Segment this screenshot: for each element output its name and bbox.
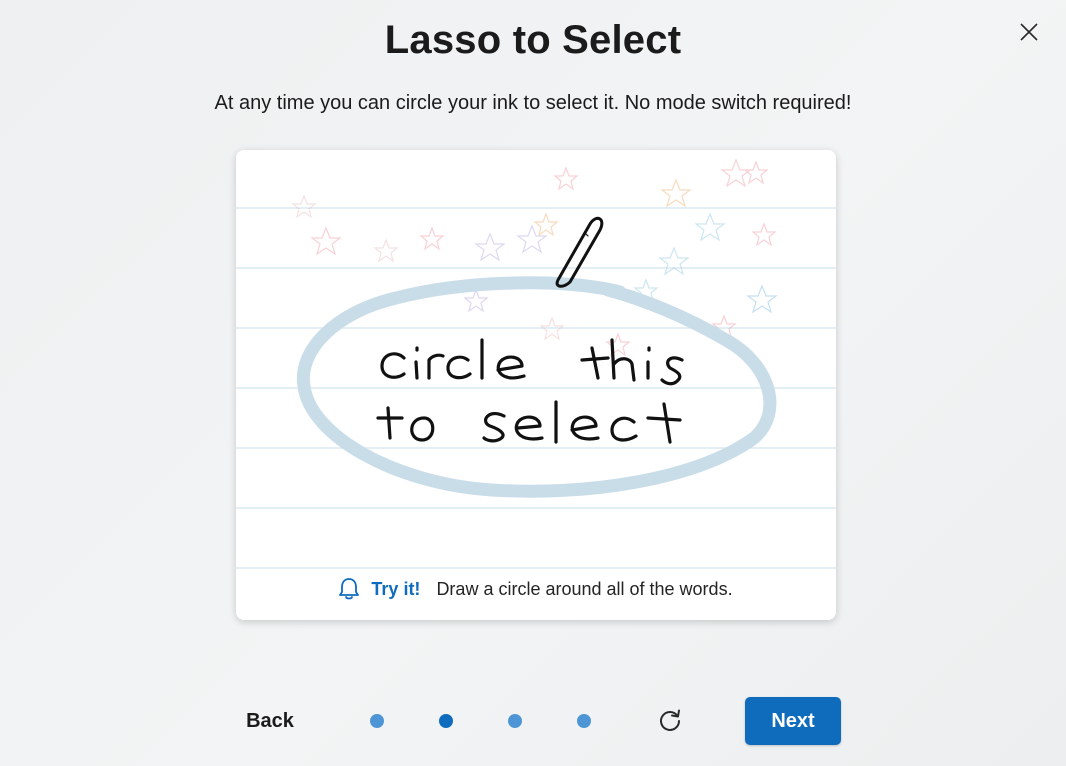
try-it-label: Try it!: [371, 578, 421, 599]
ruled-lines: [236, 207, 836, 569]
page-subtitle: At any time you can circle your ink to s…: [214, 92, 852, 114]
page-dot-3[interactable]: [508, 714, 522, 728]
handwritten-ink: [376, 338, 684, 444]
back-button[interactable]: Back: [228, 700, 312, 742]
ink-canvas[interactable]: [236, 150, 836, 570]
page-dot-1[interactable]: [370, 714, 384, 728]
page-title: Lasso to Select: [384, 18, 682, 62]
bell-icon: [339, 577, 360, 601]
pen-icon: [555, 216, 604, 288]
hint-row: Try it! Draw a circle around all of the …: [236, 568, 836, 610]
next-button[interactable]: Next: [745, 697, 841, 745]
lasso-stroke: [296, 276, 777, 498]
hint-text: Draw a circle around all of the words.: [436, 578, 733, 599]
replay-button[interactable]: [654, 705, 686, 737]
replay-icon: [660, 709, 680, 731]
demo-card: Try it! Draw a circle around all of the …: [236, 150, 836, 620]
page-dot-2[interactable]: [439, 714, 453, 728]
page-dot-4[interactable]: [577, 714, 591, 728]
